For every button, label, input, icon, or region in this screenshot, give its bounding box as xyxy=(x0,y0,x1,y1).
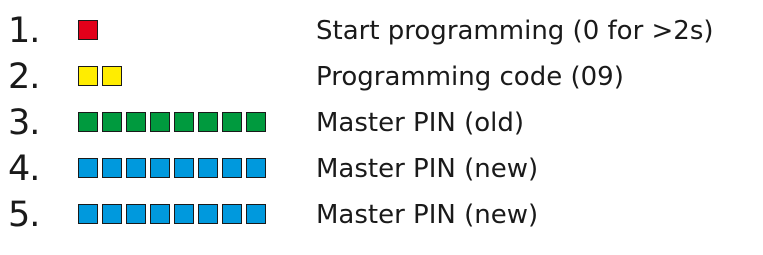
key-square xyxy=(174,204,194,224)
step-row-1: 1. Start programming (0 for >2s) xyxy=(0,8,763,54)
key-square xyxy=(78,204,98,224)
key-square xyxy=(246,158,266,178)
step-number: 5. xyxy=(8,195,40,235)
step-number: 4. xyxy=(8,149,40,189)
step-number: 2. xyxy=(8,57,40,97)
key-square xyxy=(102,158,122,178)
key-sequence xyxy=(78,20,98,40)
step-number: 3. xyxy=(8,103,40,143)
key-square xyxy=(198,112,218,132)
key-sequence xyxy=(78,66,122,86)
key-sequence xyxy=(78,204,266,224)
key-square xyxy=(126,112,146,132)
key-square xyxy=(78,112,98,132)
key-square xyxy=(126,204,146,224)
key-square xyxy=(150,158,170,178)
step-row-5: 5. Master PIN (new) xyxy=(0,192,763,238)
key-square xyxy=(102,66,122,86)
key-square xyxy=(198,204,218,224)
step-row-2: 2. Programming code (09) xyxy=(0,54,763,100)
key-square xyxy=(222,158,242,178)
step-number: 1. xyxy=(8,11,40,51)
step-label: Master PIN (new) xyxy=(316,200,539,230)
key-square xyxy=(222,204,242,224)
key-square xyxy=(78,158,98,178)
step-row-3: 3. Master PIN (old) xyxy=(0,100,763,146)
key-square xyxy=(222,112,242,132)
key-square xyxy=(198,158,218,178)
key-square xyxy=(102,112,122,132)
key-square xyxy=(150,112,170,132)
key-square xyxy=(102,204,122,224)
key-square xyxy=(246,204,266,224)
step-label: Master PIN (old) xyxy=(316,108,525,138)
key-sequence xyxy=(78,158,266,178)
key-square xyxy=(126,158,146,178)
key-square xyxy=(78,66,98,86)
key-square xyxy=(150,204,170,224)
key-square xyxy=(246,112,266,132)
programming-steps-list: 1. Start programming (0 for >2s) 2. Prog… xyxy=(0,8,763,238)
key-square xyxy=(174,158,194,178)
step-label: Master PIN (new) xyxy=(316,154,539,184)
key-sequence xyxy=(78,112,266,132)
key-square xyxy=(78,20,98,40)
key-square xyxy=(174,112,194,132)
step-label: Programming code (09) xyxy=(316,62,624,92)
step-label: Start programming (0 for >2s) xyxy=(316,16,714,46)
step-row-4: 4. Master PIN (new) xyxy=(0,146,763,192)
